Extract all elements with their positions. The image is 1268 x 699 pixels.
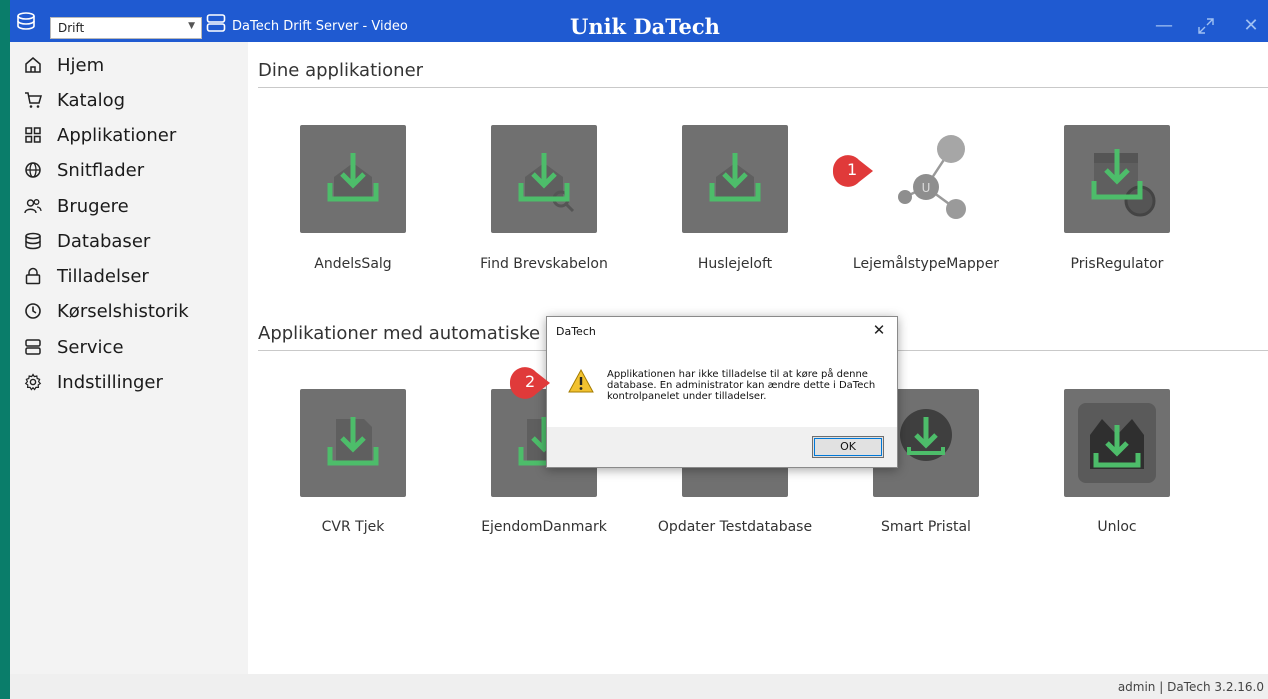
download-tray-icon (709, 153, 761, 202)
sidebar-item-katalog[interactable]: Katalog (10, 83, 248, 117)
app-label: PrisRegulator (1070, 256, 1164, 272)
sidebar-item-label: Tilladelser (57, 265, 149, 287)
app-tile-find-brevskabelon[interactable] (491, 125, 597, 233)
dialog-message: Applikationen har ikke tilladelse til at… (607, 369, 876, 402)
minimize-button[interactable]: — (1152, 14, 1176, 38)
molecule-icon: U (898, 135, 966, 219)
gear-icon (24, 373, 42, 391)
status-text: admin | DaTech 3.2.16.0 (1117, 680, 1264, 694)
download-tray-icon (327, 153, 379, 202)
sidebar-item-indstillinger[interactable]: Indstillinger (10, 365, 248, 399)
sidebar-item-brugere[interactable]: Brugere (10, 189, 248, 223)
app-tile-lejemalstypemapper[interactable]: U (873, 125, 979, 233)
app-label: Opdater Testdatabase (657, 519, 813, 535)
download-tray-icon (327, 417, 379, 466)
section-title-my-apps: Dine applikationer (258, 60, 424, 81)
sidebar-item-snitflader[interactable]: Snitflader (10, 153, 248, 187)
app-tile-unloc[interactable] (1064, 389, 1170, 497)
download-search-icon (518, 153, 575, 213)
app-label: EjendomDanmark (481, 519, 607, 535)
close-icon[interactable]: ✕ (869, 320, 889, 340)
status-bar: admin | DaTech 3.2.16.0 (10, 674, 1268, 699)
database-icon (17, 12, 35, 30)
app-tile-prisregulator[interactable] (1064, 125, 1170, 233)
globe-icon (25, 162, 41, 178)
chevron-down-icon: ▼ (188, 21, 195, 31)
app-label: Huslejeloft (697, 256, 773, 272)
server-icon (206, 14, 226, 32)
apps-grid-icon (25, 127, 41, 143)
server-icon (25, 339, 41, 355)
badge-number: 1 (847, 160, 858, 179)
sidebar-item-databaser[interactable]: Databaser (10, 224, 248, 258)
app-label: Find Brevskabelon (480, 256, 608, 272)
sidebar-item-hjem[interactable]: Hjem (10, 48, 248, 82)
users-icon (24, 199, 42, 214)
app-tile-huslejeloft[interactable] (682, 125, 788, 233)
section-divider (258, 87, 1268, 88)
clock-icon (25, 303, 41, 319)
sidebar-item-label: Hjem (57, 54, 105, 76)
sidebar-item-label: Brugere (57, 195, 129, 217)
sidebar-item-label: Service (57, 336, 124, 358)
app-tile-andelssalg[interactable] (300, 125, 406, 233)
close-button[interactable]: ✕ (1239, 14, 1263, 38)
title-bar: Drift ▼ DaTech Drift Server - Video Unik… (10, 0, 1268, 42)
database-icon (25, 232, 41, 250)
ok-button[interactable]: OK (812, 436, 884, 458)
lock-icon (25, 267, 41, 285)
sidebar-item-label: Katalog (57, 89, 126, 111)
sidebar: Hjem Katalog Applikationer Snitflader Br… (10, 42, 248, 674)
server-name: DaTech Drift Server - Video (232, 19, 408, 34)
sidebar-item-label: Databaser (57, 230, 151, 252)
app-tile-cvr-tjek[interactable] (300, 389, 406, 497)
sidebar-item-applikationer[interactable]: Applikationer (10, 118, 248, 152)
warning-icon (568, 369, 594, 393)
section-title-auto-queue: Applikationer med automatiske kø (258, 323, 568, 344)
database-select[interactable]: Drift ▼ (50, 17, 202, 39)
home-icon (25, 57, 41, 73)
app-label: Unloc (1097, 519, 1137, 535)
sidebar-item-label: Applikationer (57, 124, 177, 146)
permission-dialog: DaTech ✕ Applikationen har ikke tilladel… (546, 316, 898, 468)
dialog-footer: OK (547, 427, 897, 467)
sidebar-item-korselshistorik[interactable]: Kørselshistorik (10, 294, 248, 328)
expand-icon (1198, 18, 1214, 34)
database-select-value: Drift (58, 21, 85, 35)
sidebar-item-label: Snitflader (57, 159, 145, 181)
dialog-title: DaTech (556, 325, 596, 338)
download-house-icon (1078, 403, 1156, 483)
app-label: AndelsSalg (314, 256, 392, 272)
sidebar-item-label: Indstillinger (57, 371, 163, 393)
sidebar-item-label: Kørselshistorik (57, 300, 189, 322)
download-calendar-icon (1091, 149, 1156, 217)
sidebar-item-tilladelser[interactable]: Tilladelser (10, 259, 248, 293)
maximize-button[interactable] (1194, 14, 1218, 38)
cart-icon (25, 92, 42, 108)
app-label: LejemålstypeMapper (852, 256, 1000, 272)
brand-title: Unik DaTech (570, 14, 720, 39)
app-label: CVR Tjek (321, 519, 385, 535)
svg-text:U: U (922, 181, 931, 195)
app-label: Smart Pristal (881, 519, 971, 535)
sidebar-item-service[interactable]: Service (10, 330, 248, 364)
badge-number: 2 (525, 372, 536, 391)
